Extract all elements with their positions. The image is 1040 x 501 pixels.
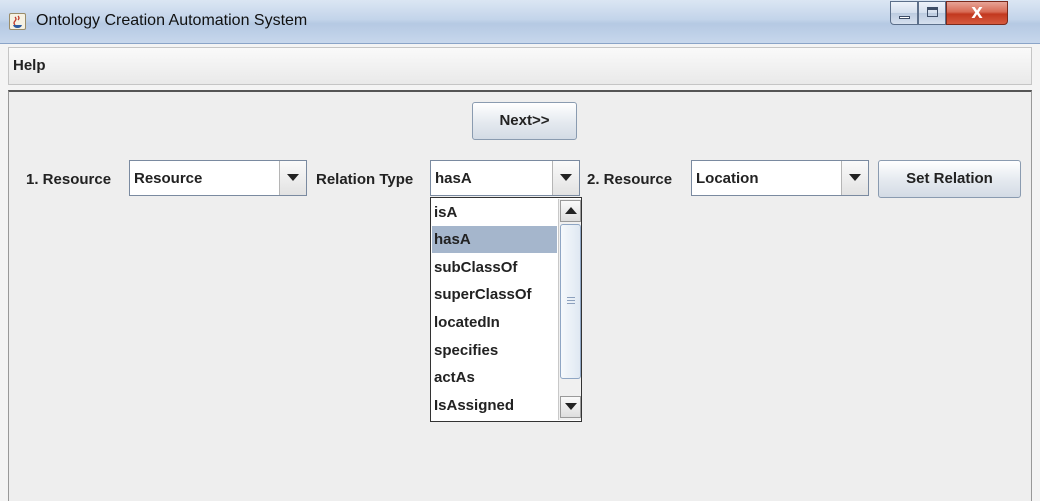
dropdown-option[interactable]: superClassOf xyxy=(432,281,557,308)
maximize-icon xyxy=(927,7,938,17)
dropdown-option[interactable]: actAs xyxy=(432,364,557,391)
resource1-combobox[interactable]: Resource xyxy=(129,160,307,196)
resource2-dropdown-button[interactable] xyxy=(841,161,868,195)
arrow-up-icon xyxy=(565,207,577,214)
resource1-dropdown-button[interactable] xyxy=(279,161,306,195)
grip-icon xyxy=(567,297,575,304)
scrollbar-thumb[interactable] xyxy=(560,224,581,379)
resource2-combobox[interactable]: Location xyxy=(691,160,869,196)
dropdown-option[interactable]: subClassOf xyxy=(432,254,557,281)
menu-help[interactable]: Help xyxy=(13,57,46,74)
close-icon: X xyxy=(971,4,983,22)
resource2-value: Location xyxy=(696,170,759,187)
dropdown-option[interactable]: IsAssigned xyxy=(432,392,557,419)
relation-type-label: Relation Type xyxy=(316,171,414,188)
relation-type-value: hasA xyxy=(435,170,472,187)
dropdown-option-selected[interactable]: hasA xyxy=(432,226,557,253)
java-cup-icon xyxy=(9,13,26,30)
window-title: Ontology Creation Automation System xyxy=(36,12,308,29)
maximize-button[interactable] xyxy=(918,1,946,25)
resource2-label: 2. Resource xyxy=(587,171,673,188)
resource1-label: 1. Resource xyxy=(26,171,112,188)
dropdown-scrollbar[interactable] xyxy=(558,199,581,420)
minimize-icon xyxy=(899,16,910,19)
dropdown-option[interactable]: specifies xyxy=(432,337,557,364)
next-button[interactable]: Next>> xyxy=(472,102,577,140)
set-relation-button[interactable]: Set Relation xyxy=(878,160,1021,198)
relation-type-dropdown-button[interactable] xyxy=(552,161,579,195)
dropdown-option[interactable]: locatedIn xyxy=(432,309,557,336)
window-title-bar: Ontology Creation Automation System X xyxy=(0,0,1040,44)
dropdown-option[interactable]: isA xyxy=(432,199,557,226)
resource1-value: Resource xyxy=(134,170,203,187)
relation-type-dropdown-list: isA hasA subClassOf superClassOf located… xyxy=(430,197,582,422)
menu-bar: Help xyxy=(8,47,1032,85)
close-button[interactable]: X xyxy=(946,1,1008,25)
chevron-down-icon xyxy=(287,174,299,181)
chevron-down-icon xyxy=(849,174,861,181)
minimize-button[interactable] xyxy=(890,1,918,25)
scroll-down-button[interactable] xyxy=(560,396,581,418)
scroll-up-button[interactable] xyxy=(560,200,581,222)
relation-type-combobox[interactable]: hasA xyxy=(430,160,580,196)
chevron-down-icon xyxy=(560,174,572,181)
arrow-down-icon xyxy=(565,403,577,410)
